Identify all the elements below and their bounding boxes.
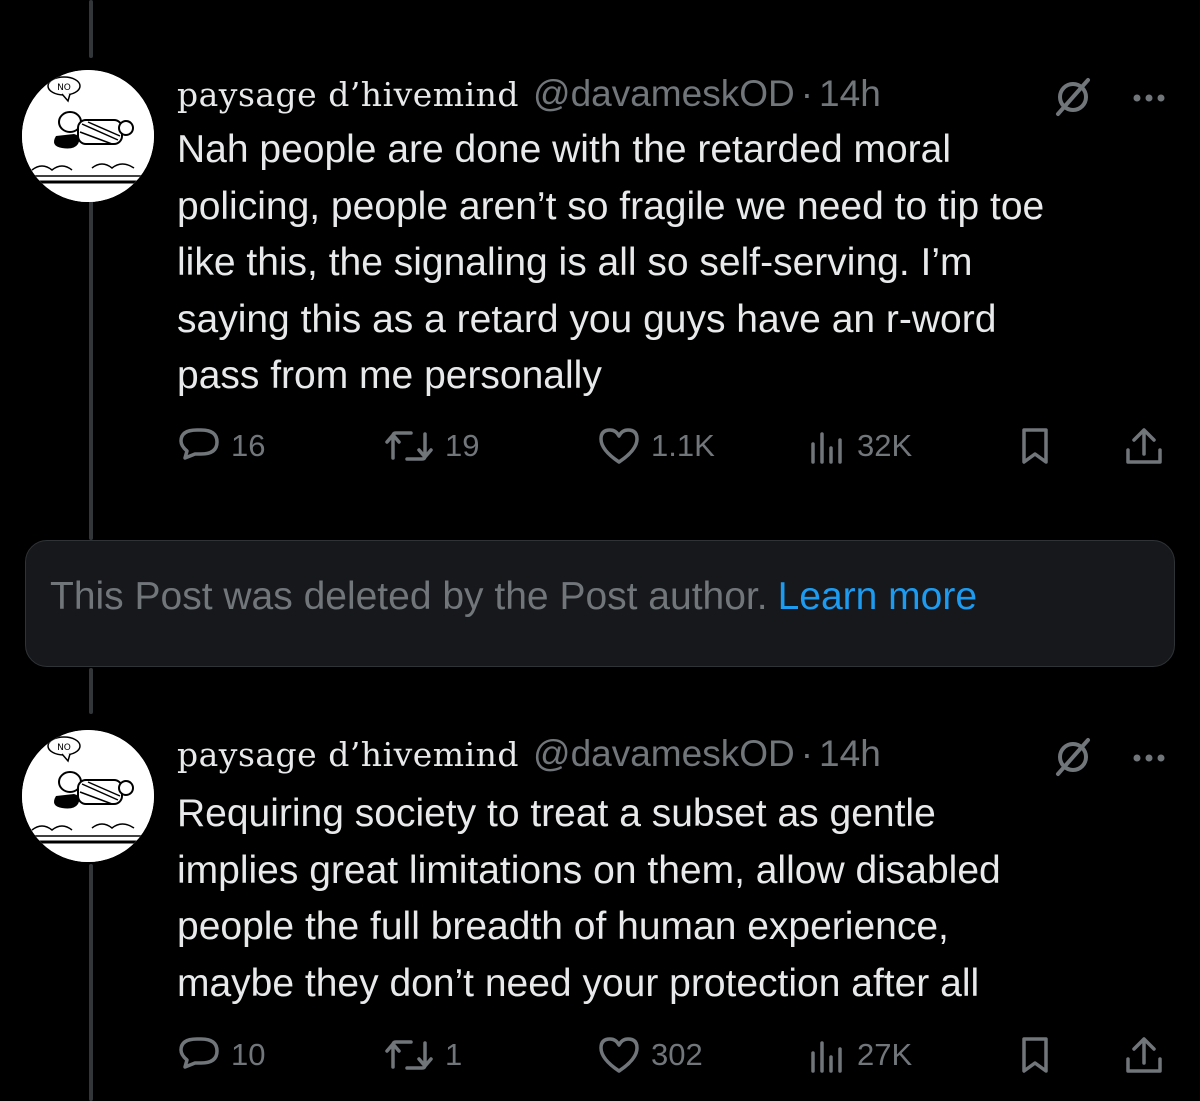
- thread-line-top: [89, 0, 93, 58]
- bookmark-icon: [1015, 1035, 1055, 1075]
- post-time[interactable]: 14h: [819, 73, 881, 115]
- views-count: 27K: [857, 1037, 913, 1072]
- post-1[interactable]: NO paysage d’hivemind @davameskOD · 14h: [0, 70, 1200, 490]
- avatar[interactable]: NO: [22, 70, 154, 202]
- views-button[interactable]: 32K: [807, 426, 912, 466]
- separator-dot: ·: [800, 733, 814, 774]
- header-icons: [1050, 74, 1166, 125]
- post-text-line: implies great limitations on them, allow…: [177, 848, 1001, 892]
- like-count: 1.1K: [651, 428, 715, 463]
- post-text-line: maybe they don’t need your protection af…: [177, 961, 980, 1005]
- reply-count: 16: [231, 428, 266, 463]
- reply-bubble-icon: [177, 426, 221, 466]
- heart-icon: [597, 426, 641, 466]
- repost-count: 1: [445, 1037, 463, 1072]
- post-text-line: policing, people aren’t so fragile we ne…: [177, 184, 1045, 228]
- more-dots-icon[interactable]: [1132, 91, 1166, 109]
- post-header: paysage d’hivemind @davameskOD · 14h: [177, 730, 881, 778]
- share-upload-icon: [1123, 1035, 1165, 1075]
- bookmark-icon: [1015, 426, 1055, 466]
- post-text-line: pass from me personally: [177, 354, 602, 397]
- post-text-line: saying this as a retard you guys have an…: [177, 297, 997, 341]
- views-button[interactable]: 27K: [807, 1035, 912, 1075]
- repost-arrows-icon: [383, 1035, 435, 1075]
- repost-count: 19: [445, 428, 480, 463]
- avatar[interactable]: NO: [22, 730, 154, 862]
- views-count: 32K: [857, 428, 913, 463]
- post-header: paysage d’hivemind @davameskOD · 14h: [177, 70, 881, 118]
- repost-arrows-icon: [383, 426, 435, 466]
- views-bars-icon: [807, 426, 847, 466]
- learn-more-link[interactable]: Learn more: [778, 575, 977, 618]
- action-bar: 16 19 1.1K 32K: [177, 426, 1177, 466]
- views-bars-icon: [807, 1035, 847, 1075]
- deleted-notice-message: This Post was deleted by the Post author…: [50, 575, 768, 618]
- heart-icon: [597, 1035, 641, 1075]
- reply-bubble-icon: [177, 1035, 221, 1075]
- bookmark-button[interactable]: [1015, 426, 1055, 466]
- post-text-line: people the full breadth of human experie…: [177, 905, 949, 948]
- deleted-post-notice: This Post was deleted by the Post author…: [25, 540, 1175, 667]
- avatar-image: NO: [22, 70, 154, 202]
- share-button[interactable]: [1123, 426, 1165, 466]
- post-2[interactable]: NO paysage d’hivemind @davameskOD · 14h: [0, 730, 1200, 1101]
- post-text-line: Nah people are done with the retarded mo…: [177, 128, 951, 171]
- avatar-image: NO: [22, 730, 154, 862]
- post-text: Requiring society to treat a subset as g…: [177, 786, 1167, 1012]
- separator-dot: ·: [800, 73, 814, 114]
- reply-count: 10: [231, 1037, 266, 1072]
- avatar-label: NO: [57, 743, 71, 753]
- reply-button[interactable]: 10: [177, 1035, 265, 1075]
- more-dots-icon[interactable]: [1132, 751, 1166, 769]
- post-time[interactable]: 14h: [819, 733, 881, 775]
- post-text-line: Requiring society to treat a subset as g…: [177, 792, 936, 835]
- post-text: Nah people are done with the retarded mo…: [177, 122, 1167, 405]
- repost-button[interactable]: 19: [383, 426, 479, 466]
- repost-button[interactable]: 1: [383, 1035, 462, 1075]
- display-name[interactable]: paysage d’hivemind: [177, 75, 519, 114]
- reply-button[interactable]: 16: [177, 426, 265, 466]
- grok-slash-icon[interactable]: [1050, 74, 1096, 125]
- avatar-label: NO: [57, 83, 71, 93]
- grok-slash-icon[interactable]: [1050, 734, 1096, 785]
- like-button[interactable]: 1.1K: [597, 426, 715, 466]
- share-button[interactable]: [1123, 1035, 1165, 1075]
- post-text-line: like this, the signaling is all so self-…: [177, 241, 973, 284]
- like-button[interactable]: 302: [597, 1035, 703, 1075]
- bookmark-button[interactable]: [1015, 1035, 1055, 1075]
- display-name[interactable]: paysage d’hivemind: [177, 735, 519, 774]
- deleted-notice-text: This Post was deleted by the Post author…: [50, 575, 977, 619]
- user-handle[interactable]: @davameskOD: [533, 733, 795, 775]
- like-count: 302: [651, 1037, 703, 1072]
- action-bar: 10 1 302 27K: [177, 1035, 1177, 1075]
- user-handle[interactable]: @davameskOD: [533, 73, 795, 115]
- header-icons: [1050, 734, 1166, 785]
- share-upload-icon: [1123, 426, 1165, 466]
- thread-line-after-deleted: [89, 668, 93, 714]
